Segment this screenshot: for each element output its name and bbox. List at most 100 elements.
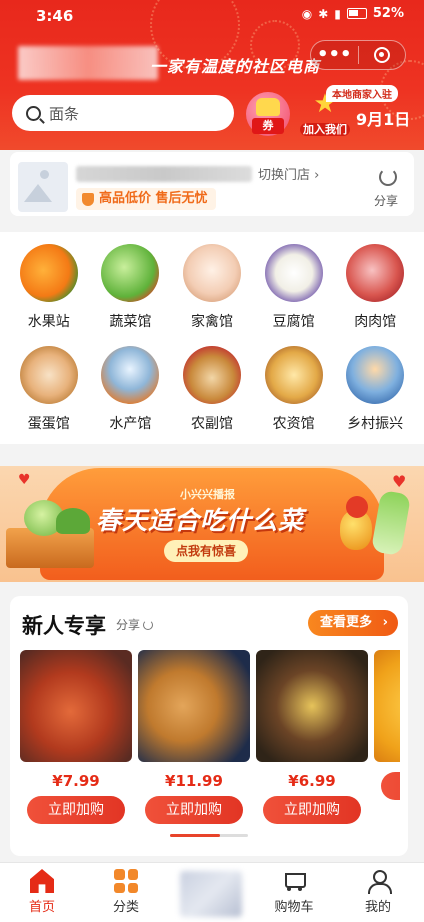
share-icon[interactable] [379, 168, 397, 186]
category-farm-produce[interactable]: 农副馆 [171, 346, 253, 438]
tab-home[interactable]: 首页 [0, 869, 84, 915]
add-to-cart-button[interactable]: 立即加购 [145, 796, 243, 824]
mango-image [374, 650, 400, 762]
category-vegetable[interactable]: 蔬菜馆 [90, 244, 172, 336]
category-egg[interactable]: 蛋蛋馆 [8, 346, 90, 438]
farm-produce-icon [182, 346, 241, 404]
farm-supplies-icon [264, 346, 323, 404]
product-carousel[interactable]: ¥7.99 立即加购 ¥11.99 立即加购 ¥6.99 立即加购 [20, 650, 400, 828]
store-image-placeholder [18, 162, 68, 212]
promo-banner[interactable]: ♥ ♥ 小兴兴播报 春天适合吃什么菜 点我有惊喜 [0, 466, 424, 582]
store-card: 切换门店 › 高品低价 售后无忧 分享 [10, 152, 414, 216]
heart-icon: ♥ [18, 472, 31, 488]
eye-icon: ◉ [301, 6, 313, 21]
store-logo-blurred [18, 46, 158, 80]
tab-label: 我的 [364, 900, 391, 915]
close-miniprogram-button[interactable] [358, 47, 405, 63]
product-price: ¥6.99 [288, 772, 336, 790]
category-label: 豆腐馆 [272, 314, 315, 330]
carousel-scroll-indicator [170, 834, 248, 837]
tab-label: 分类 [112, 900, 139, 915]
tab-label: 首页 [28, 900, 55, 915]
banner-surprise-button[interactable]: 点我有惊喜 [164, 540, 249, 562]
greens-image [56, 508, 90, 534]
category-icon [114, 869, 138, 893]
category-label: 农资馆 [272, 416, 315, 432]
category-label: 水产馆 [109, 416, 152, 432]
tofu-icon [264, 244, 323, 302]
product-price: ¥11.99 [165, 772, 223, 790]
view-more-label: 查看更多 [320, 615, 373, 630]
status-bar: 3:46 ◉ ✱ ▮ 52% [0, 0, 424, 30]
product-card[interactable]: ¥7.99 立即加购 [20, 650, 132, 824]
gift-bag-icon [256, 98, 280, 116]
category-tofu[interactable]: 豆腐馆 [253, 244, 335, 336]
tab-profile[interactable]: 我的 [336, 869, 420, 915]
add-to-cart-button[interactable]: 立即加购 [263, 796, 361, 824]
add-to-cart-button[interactable]: 立即加购 [27, 796, 125, 824]
chevron-right-icon: › [314, 168, 320, 183]
poultry-icon [182, 244, 241, 302]
category-meat[interactable]: 肉肉馆 [334, 244, 416, 336]
switch-store-link[interactable]: 切换门店 › [258, 164, 319, 183]
join-us-label: 加入我们 [300, 123, 350, 136]
more-menu-button[interactable]: ••• [311, 41, 358, 69]
coupon-button[interactable]: 券 [246, 92, 290, 136]
tab-label: 购物车 [274, 900, 314, 915]
user-icon [366, 869, 392, 894]
category-farm-supplies[interactable]: 农资馆 [253, 346, 335, 438]
section-share-button[interactable]: 分享 [116, 616, 154, 633]
rural-revival-icon [346, 346, 405, 404]
status-time: 3:46 [36, 7, 74, 25]
tab-category[interactable]: 分类 [84, 869, 168, 915]
meat-icon [346, 244, 405, 302]
battery-icon [346, 8, 367, 19]
seafood-icon [101, 346, 160, 404]
product-card[interactable]: ¥11.99 立即加购 [138, 650, 250, 824]
product-card[interactable]: ¥6.99 立即加购 [256, 650, 368, 824]
category-fruit[interactable]: 水果站 [8, 244, 90, 336]
tab-center-blurred[interactable] [180, 871, 242, 917]
category-panel: 水果站 蔬菜馆 家禽馆 豆腐馆 肉肉馆 蛋蛋馆 水产馆 农副馆 农资馆 乡村振兴 [0, 232, 424, 444]
carousel-scroll-thumb [170, 834, 220, 837]
banner-title: 春天适合吃什么菜 [96, 506, 305, 535]
new-user-section: 新人专享 分享 查看更多 › ¥7.99 立即加购 ¥11.99 立即加购 ¥6.… [10, 596, 408, 856]
category-label: 肉肉馆 [354, 314, 397, 330]
coconut-balls-image [138, 650, 250, 762]
category-poultry[interactable]: 家禽馆 [171, 244, 253, 336]
add-to-cart-button[interactable] [381, 772, 400, 800]
chevron-right-icon: › [382, 615, 388, 630]
vegetable-icon [101, 244, 160, 302]
category-label: 农副馆 [190, 416, 233, 432]
category-grid: 水果站 蔬菜馆 家禽馆 豆腐馆 肉肉馆 蛋蛋馆 水产馆 农副馆 农资馆 乡村振兴 [8, 244, 416, 438]
signal-icon: ▮ [334, 6, 341, 21]
home-icon [30, 869, 54, 893]
category-label: 家禽馆 [190, 314, 233, 330]
product-price: ¥7.99 [52, 772, 100, 790]
product-card[interactable] [374, 650, 400, 800]
switch-store-label: 切换门店 [258, 168, 311, 183]
category-label: 乡村振兴 [347, 416, 404, 432]
fruit-icon [19, 244, 78, 302]
tomato-image [346, 496, 368, 518]
cart-icon [282, 869, 306, 893]
store-name-blurred [76, 166, 252, 182]
slogan: 一家有温度的社区电商 [150, 57, 321, 76]
section-share-label: 分享 [116, 618, 141, 632]
category-rural-revival[interactable]: 乡村振兴 [334, 346, 416, 438]
view-more-button[interactable]: 查看更多 › [308, 610, 398, 636]
share-icon [143, 619, 154, 630]
bluetooth-icon: ✱ [318, 6, 329, 21]
date-label: 9月1日 [356, 110, 411, 129]
tab-cart[interactable]: 购物车 [252, 869, 336, 915]
store-tagline: 高品低价 售后无忧 [76, 188, 216, 210]
category-label: 水果站 [27, 314, 70, 330]
merchant-join-badge[interactable]: 本地商家入驻 [326, 85, 398, 102]
category-seafood[interactable]: 水产馆 [90, 346, 172, 438]
share-label[interactable]: 分享 [374, 192, 398, 209]
search-bar[interactable]: 面条 [12, 95, 234, 131]
banner-subtitle: 小兴兴播报 [180, 488, 235, 501]
bottom-tab-bar: 首页 分类 购物车 我的 [0, 862, 424, 922]
category-label: 蔬菜馆 [109, 314, 152, 330]
tagline-text: 高品低价 售后无忧 [99, 191, 208, 206]
